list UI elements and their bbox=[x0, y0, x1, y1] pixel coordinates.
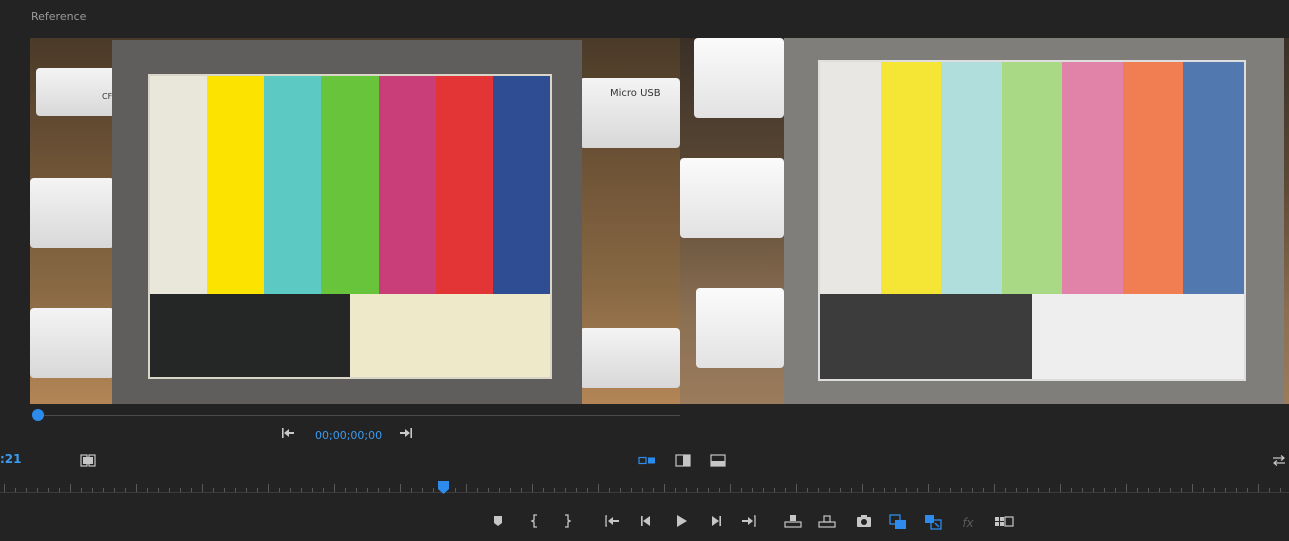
horizontal-split-view-icon[interactable] bbox=[710, 452, 726, 467]
white-patch bbox=[350, 294, 550, 377]
shelf-bin bbox=[580, 328, 680, 388]
program-timecode[interactable]: :21 bbox=[0, 452, 22, 466]
reference-monitor-panel: Reference CF Micro USB 00;00;00;00:21 f… bbox=[0, 0, 1289, 541]
color-bar bbox=[1122, 62, 1184, 298]
reference-timecode[interactable]: 00;00;00;00 bbox=[315, 429, 382, 442]
program-frame-view[interactable] bbox=[680, 38, 1289, 404]
ruler-tick bbox=[4, 484, 5, 492]
step-forward-icon[interactable] bbox=[707, 514, 725, 532]
export-frame-icon[interactable] bbox=[855, 514, 873, 532]
color-bar bbox=[941, 62, 1002, 298]
shelf-bin bbox=[680, 158, 784, 238]
go-to-out-icon[interactable] bbox=[740, 514, 758, 532]
ruler-tick bbox=[70, 484, 71, 492]
color-chart-frame bbox=[784, 38, 1284, 404]
color-bar bbox=[1183, 62, 1244, 298]
ruler-tick bbox=[664, 484, 665, 492]
mark-out-icon[interactable] bbox=[558, 514, 576, 532]
color-bar bbox=[435, 76, 493, 298]
shelf-label: Micro USB bbox=[610, 88, 661, 99]
ruler-tick bbox=[1060, 484, 1061, 492]
color-bar bbox=[207, 76, 265, 298]
reference-playhead[interactable] bbox=[32, 409, 44, 421]
black-patch bbox=[820, 294, 1032, 379]
vertical-split-view-icon[interactable] bbox=[675, 452, 691, 467]
color-chart bbox=[148, 74, 552, 379]
match-frame-icon[interactable] bbox=[80, 452, 96, 467]
color-bar bbox=[321, 76, 379, 298]
color-bar bbox=[1001, 62, 1063, 298]
go-to-out-icon[interactable] bbox=[398, 427, 414, 444]
white-patch bbox=[1032, 294, 1244, 379]
color-bar bbox=[1062, 62, 1123, 298]
ruler-tick bbox=[334, 484, 335, 492]
side-by-side-view-icon[interactable] bbox=[638, 452, 655, 465]
reference-scrub-track[interactable] bbox=[38, 415, 680, 416]
button-editor-icon[interactable] bbox=[994, 514, 1014, 532]
fx-icon[interactable]: fx bbox=[959, 514, 977, 532]
black-patch bbox=[150, 294, 350, 377]
overlay-icon[interactable] bbox=[818, 514, 836, 532]
ruler-tick bbox=[1126, 484, 1127, 492]
ruler-tick bbox=[1258, 484, 1259, 492]
color-bar bbox=[880, 62, 942, 298]
ruler-tick bbox=[796, 484, 797, 492]
ruler-tick bbox=[268, 484, 269, 492]
ruler-tick bbox=[862, 484, 863, 492]
ruler-tick bbox=[598, 484, 599, 492]
ruler-tick bbox=[400, 484, 401, 492]
mark-in-icon[interactable] bbox=[526, 514, 544, 532]
ruler-tick bbox=[466, 484, 467, 492]
ruler-tick bbox=[532, 484, 533, 492]
play-icon[interactable] bbox=[672, 514, 690, 532]
reference-frame-view[interactable]: CF Micro USB bbox=[30, 38, 680, 404]
ruler-tick bbox=[202, 484, 203, 492]
color-chart-frame bbox=[112, 40, 582, 404]
marker-icon[interactable] bbox=[489, 514, 507, 532]
shelf-label: CF bbox=[102, 92, 113, 101]
panel-title: Reference bbox=[31, 10, 87, 23]
go-to-in-icon[interactable] bbox=[603, 514, 621, 532]
playhead[interactable] bbox=[438, 479, 449, 494]
shelf-bin bbox=[694, 38, 784, 118]
ruler-tick bbox=[730, 484, 731, 492]
color-bar bbox=[150, 76, 208, 298]
step-back-icon[interactable] bbox=[637, 514, 655, 532]
insert-icon[interactable] bbox=[784, 514, 802, 532]
comparison-view-icon[interactable] bbox=[889, 514, 907, 532]
color-bar bbox=[820, 62, 881, 298]
swap-sides-icon[interactable] bbox=[1271, 452, 1287, 466]
shelf-bin bbox=[30, 178, 114, 248]
color-bar bbox=[264, 76, 322, 298]
color-chart bbox=[818, 60, 1246, 381]
color-bars bbox=[820, 62, 1244, 298]
ruler-baseline bbox=[0, 492, 1289, 493]
shelf-bin bbox=[696, 288, 784, 368]
ruler-tick bbox=[136, 484, 137, 492]
ruler-tick bbox=[994, 484, 995, 492]
color-bars bbox=[150, 76, 550, 298]
ruler-tick bbox=[928, 484, 929, 492]
toggle-proxies-icon[interactable] bbox=[924, 514, 942, 532]
ruler-tick bbox=[1192, 484, 1193, 492]
color-bar bbox=[378, 76, 436, 298]
shelf-bin bbox=[30, 308, 114, 378]
color-bar bbox=[492, 76, 550, 298]
go-to-in-icon[interactable] bbox=[280, 427, 296, 444]
